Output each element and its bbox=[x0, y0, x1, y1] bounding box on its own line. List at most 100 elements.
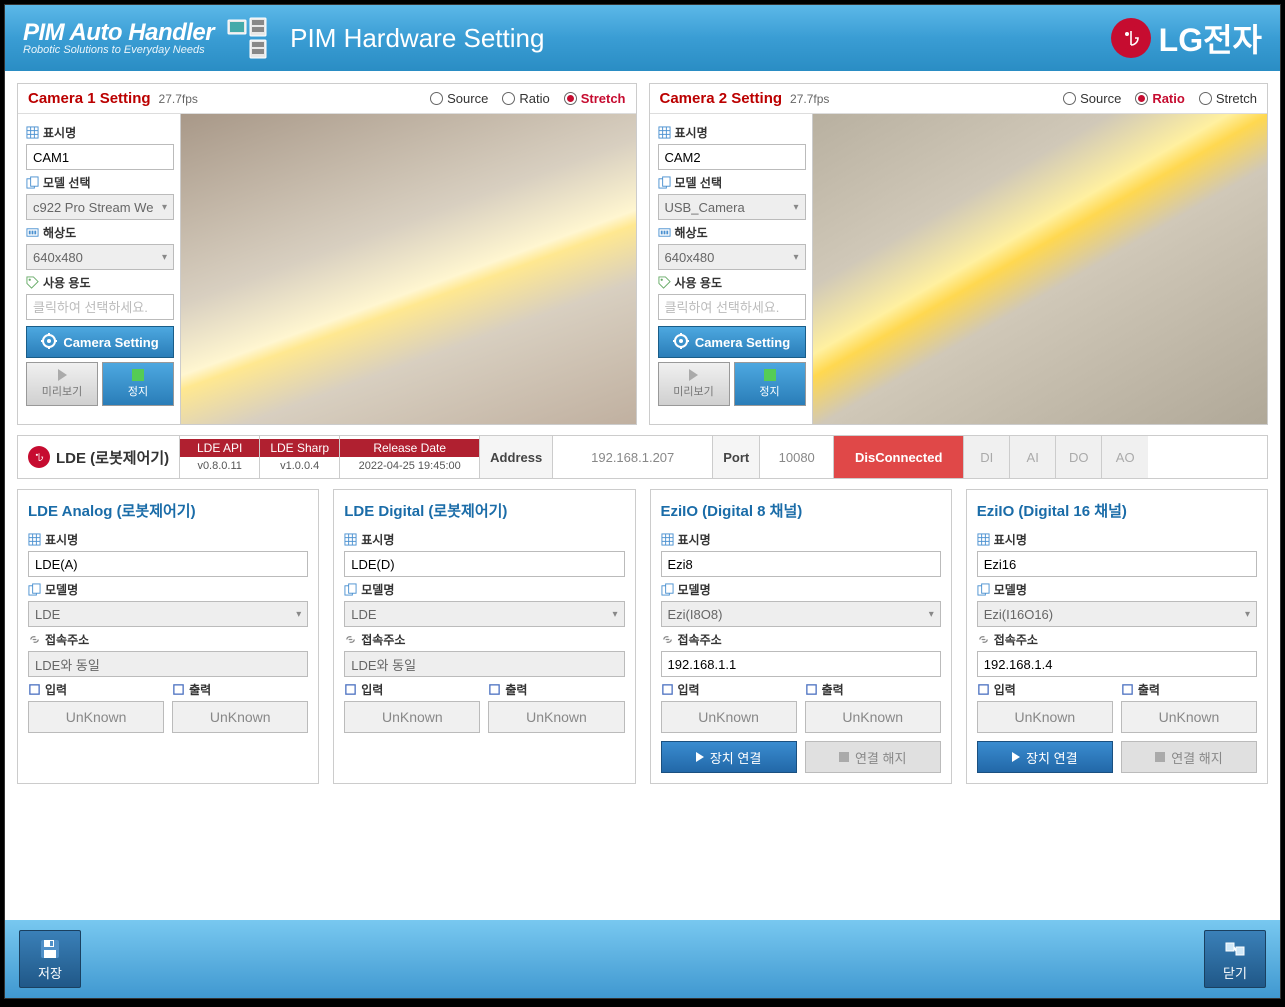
save-button[interactable]: 저장 bbox=[19, 930, 81, 988]
footer: 저장 닫기 bbox=[5, 920, 1280, 998]
device-model-select[interactable]: LDE▾ bbox=[344, 601, 624, 627]
io-row: 입력 UnKnown 출력 UnKnown bbox=[977, 677, 1257, 733]
view-source-radio[interactable]: Source bbox=[430, 91, 488, 106]
do-tab[interactable]: DO bbox=[1056, 436, 1102, 478]
lde-bar: LDE (로봇제어기) LDE API v0.8.0.11 LDE Sharp … bbox=[17, 435, 1268, 479]
camera-feed bbox=[180, 114, 636, 424]
display-label: 표시명 bbox=[661, 531, 941, 548]
lg-brand-text: LG전자 bbox=[1159, 15, 1262, 61]
resolution-select[interactable]: 640x480▾ bbox=[658, 244, 806, 270]
port-input[interactable]: 10080 bbox=[760, 436, 834, 478]
ao-tab[interactable]: AO bbox=[1102, 436, 1148, 478]
display-name-input[interactable] bbox=[658, 144, 806, 170]
display-name-input[interactable] bbox=[26, 144, 174, 170]
page-title: PIM Hardware Setting bbox=[290, 23, 544, 54]
input-value: UnKnown bbox=[344, 701, 480, 733]
preview-button[interactable]: 미리보기 bbox=[26, 362, 98, 406]
camera-body: 표시명 모델 선택 c922 Pro Stream We▾ 해상도 640x48… bbox=[18, 114, 636, 424]
chevron-down-icon: ▾ bbox=[793, 202, 798, 213]
device-row: LDE Analog (로봇제어기) 표시명 모델명 LDE▾ 접속주소 입력 … bbox=[17, 489, 1268, 784]
conn-row: 장치 연결 연결 해지 bbox=[977, 741, 1257, 773]
radio-label: Source bbox=[447, 91, 488, 106]
view-mode-group: Source Ratio Stretch bbox=[1063, 91, 1257, 106]
titlebar-left: PIM Auto Handler Robotic Solutions to Ev… bbox=[23, 16, 544, 60]
resolution-select[interactable]: 640x480▾ bbox=[26, 244, 174, 270]
chevron-down-icon: ▾ bbox=[929, 609, 934, 620]
view-mode-group: Source Ratio Stretch bbox=[430, 91, 625, 106]
camera-setting-button[interactable]: Camera Setting bbox=[26, 326, 174, 358]
device-model-select[interactable]: Ezi(I8O8)▾ bbox=[661, 601, 941, 627]
resolution-label: 해상도 bbox=[658, 224, 806, 241]
model-label: 모델 선택 bbox=[26, 174, 174, 191]
device-connect-button[interactable]: 장치 연결 bbox=[661, 741, 797, 773]
view-stretch-radio[interactable]: Stretch bbox=[564, 91, 626, 106]
input-col: 입력 UnKnown bbox=[661, 677, 797, 733]
usage-label: 사용 용도 bbox=[26, 274, 174, 291]
device-addr-input[interactable] bbox=[977, 651, 1257, 677]
device-connect-button[interactable]: 장치 연결 bbox=[977, 741, 1113, 773]
play-icon bbox=[696, 752, 704, 762]
play-icon bbox=[689, 369, 698, 381]
radio-label: Stretch bbox=[1216, 91, 1257, 106]
lde-sharp-ver: v1.0.0.4 bbox=[280, 457, 319, 475]
addr-input[interactable]: 192.168.1.207 bbox=[553, 436, 713, 478]
usage-label: 사용 용도 bbox=[658, 274, 806, 291]
output-label: 출력 bbox=[172, 681, 308, 698]
app-logo-block: PIM Auto Handler Robotic Solutions to Ev… bbox=[23, 21, 214, 56]
view-stretch-radio[interactable]: Stretch bbox=[1199, 91, 1257, 106]
conn-row: 장치 연결 연결 해지 bbox=[661, 741, 941, 773]
camera-row: Camera 1 Setting 27.7fps SourceRatioStre… bbox=[17, 83, 1268, 425]
port-label: Port bbox=[713, 436, 760, 478]
camera-1-panel: Camera 1 Setting 27.7fps SourceRatioStre… bbox=[17, 83, 637, 425]
stop-button[interactable]: 정지 bbox=[734, 362, 806, 406]
chevron-down-icon: ▾ bbox=[1245, 609, 1250, 620]
camera-controls: 표시명 모델 선택 c922 Pro Stream We▾ 해상도 640x48… bbox=[18, 114, 180, 424]
output-col: 출력 UnKnown bbox=[805, 677, 941, 733]
usage-input[interactable]: 클릭하여 선택하세요. bbox=[658, 294, 806, 320]
camera-feed bbox=[812, 114, 1268, 424]
chevron-down-icon: ▾ bbox=[162, 202, 167, 213]
output-label: 출력 bbox=[1121, 681, 1257, 698]
device-addr-input[interactable] bbox=[661, 651, 941, 677]
view-ratio-radio[interactable]: Ratio bbox=[502, 91, 549, 106]
device-disconnect-button[interactable]: 연결 해지 bbox=[1121, 741, 1257, 773]
device-display-input[interactable] bbox=[977, 551, 1257, 577]
device-model-select[interactable]: Ezi(I16O16)▾ bbox=[977, 601, 1257, 627]
model-label: 모델명 bbox=[28, 581, 308, 598]
input-col: 입력 UnKnown bbox=[28, 677, 164, 733]
device-display-input[interactable] bbox=[344, 551, 624, 577]
device-disconnect-button[interactable]: 연결 해지 bbox=[805, 741, 941, 773]
addr-label: 접속주소 bbox=[977, 631, 1257, 648]
titlebar: PIM Auto Handler Robotic Solutions to Ev… bbox=[5, 5, 1280, 71]
model-select[interactable]: USB_Camera▾ bbox=[658, 194, 806, 220]
device-display-input[interactable] bbox=[661, 551, 941, 577]
usage-input[interactable]: 클릭하여 선택하세요. bbox=[26, 294, 174, 320]
preview-button[interactable]: 미리보기 bbox=[658, 362, 730, 406]
model-select[interactable]: c922 Pro Stream We▾ bbox=[26, 194, 174, 220]
input-label: 입력 bbox=[344, 681, 480, 698]
input-label: 입력 bbox=[28, 681, 164, 698]
device-addr-input[interactable] bbox=[344, 651, 624, 677]
device-display-input[interactable] bbox=[28, 551, 308, 577]
addr-label: 접속주소 bbox=[344, 631, 624, 648]
ai-tab[interactable]: AI bbox=[1010, 436, 1056, 478]
stop-button[interactable]: 정지 bbox=[102, 362, 174, 406]
output-label: 출력 bbox=[805, 681, 941, 698]
play-icon bbox=[1012, 752, 1020, 762]
close-button[interactable]: 닫기 bbox=[1204, 930, 1266, 988]
lde-name-cell: LDE (로봇제어기) bbox=[18, 436, 180, 478]
output-col: 출력 UnKnown bbox=[1121, 677, 1257, 733]
output-value: UnKnown bbox=[1121, 701, 1257, 733]
device-model-select[interactable]: LDE▾ bbox=[28, 601, 308, 627]
radio-icon bbox=[564, 92, 577, 105]
di-tab[interactable]: DI bbox=[964, 436, 1010, 478]
model-label: 모델명 bbox=[344, 581, 624, 598]
save-icon bbox=[38, 937, 62, 961]
view-source-radio[interactable]: Source bbox=[1063, 91, 1121, 106]
input-value: UnKnown bbox=[28, 701, 164, 733]
view-ratio-radio[interactable]: Ratio bbox=[1135, 91, 1185, 106]
camera-setting-button[interactable]: Camera Setting bbox=[658, 326, 806, 358]
radio-icon bbox=[502, 92, 515, 105]
camera-title: Camera 2 Setting bbox=[660, 90, 783, 107]
device-addr-input[interactable] bbox=[28, 651, 308, 677]
